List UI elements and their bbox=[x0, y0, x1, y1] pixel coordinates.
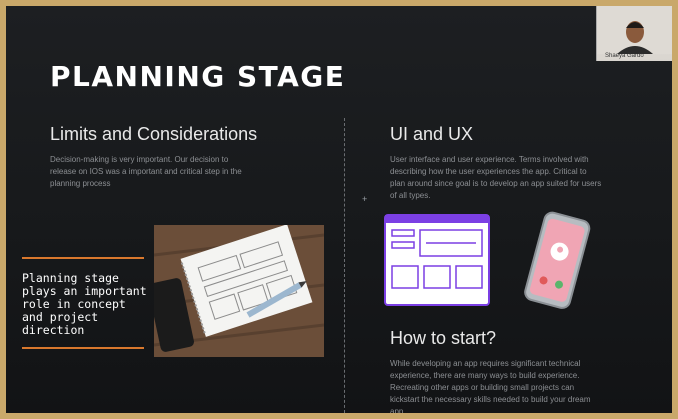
ui-ux-heading: UI and UX bbox=[390, 124, 474, 144]
callout-bottom-rule bbox=[22, 347, 144, 349]
callout-top-rule bbox=[22, 257, 144, 259]
plus-marker: + bbox=[362, 194, 368, 204]
presentation-slide: PLANNING STAGE Limits and Considerations… bbox=[6, 6, 672, 413]
wireframe-illustration bbox=[384, 214, 490, 306]
planning-photo bbox=[154, 225, 324, 357]
participant-name: Shaeya Gardo bbox=[605, 53, 644, 59]
ui-ux-body: User interface and user experience. Term… bbox=[390, 155, 602, 200]
slide-title: PLANNING STAGE bbox=[50, 60, 346, 93]
limits-heading: Limits and Considerations bbox=[50, 124, 258, 144]
how-to-start-heading: How to start? bbox=[390, 328, 497, 348]
limits-body: Decision-making is very important. Our d… bbox=[50, 155, 242, 188]
phone-call-illustration bbox=[524, 211, 591, 309]
column-divider bbox=[344, 118, 345, 413]
how-to-start-body: While developing an app requires signifi… bbox=[390, 359, 591, 413]
callout-text: Planning stage plays an important role i… bbox=[22, 271, 147, 337]
participant-video bbox=[597, 6, 672, 54]
webcam-video-tile[interactable]: Shaeya Gardo bbox=[596, 6, 672, 61]
